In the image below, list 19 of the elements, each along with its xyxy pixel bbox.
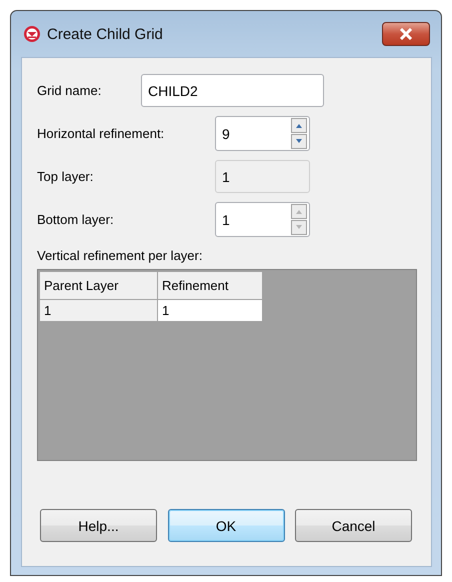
table-cell[interactable]: 1 [158, 300, 262, 322]
input-field[interactable]: CHILD2 [141, 74, 324, 107]
spin-buttons-icon[interactable] [291, 118, 307, 149]
column-header: Parent Layer [40, 272, 158, 300]
table-cell: 1 [40, 300, 158, 322]
app-logo-icon [23, 25, 41, 43]
table-label: Vertical refinement per layer: [37, 248, 204, 263]
close-icon [399, 28, 413, 40]
spin-field[interactable]: 9 [215, 116, 310, 151]
field-label: Top layer: [37, 169, 94, 184]
field-label: Grid name: [37, 83, 102, 98]
field-label: Bottom layer: [37, 212, 115, 227]
close-button[interactable] [382, 22, 430, 46]
dialog-button[interactable]: OK [168, 509, 284, 542]
column-header: Refinement [158, 272, 262, 300]
window-title: Create Child Grid [47, 26, 164, 42]
dialog-button[interactable]: Help... [40, 509, 157, 542]
dialog-button[interactable]: Cancel [295, 509, 412, 542]
field-label: Horizontal refinement: [37, 126, 166, 141]
